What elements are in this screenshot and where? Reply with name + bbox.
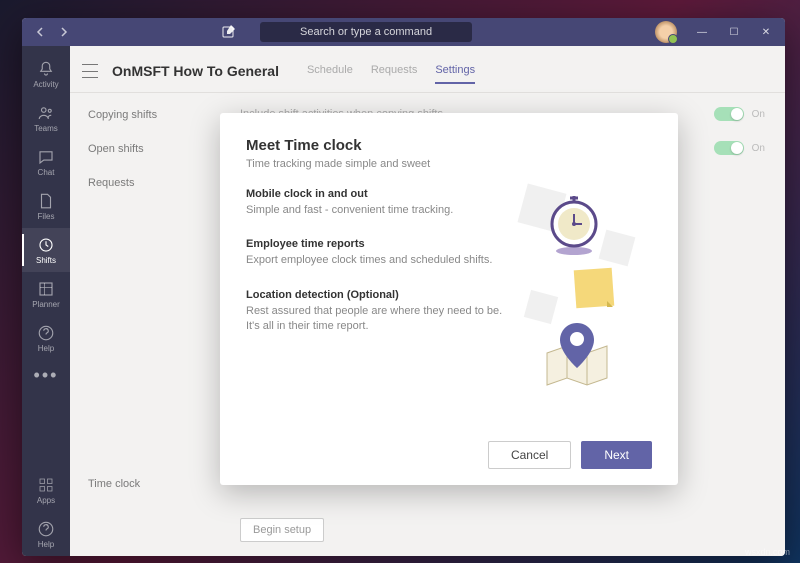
new-chat-button[interactable]	[222, 24, 236, 41]
toggle-copying-shifts[interactable]	[714, 107, 744, 121]
settings-nav: Copying shifts Open shifts Requests Time…	[70, 93, 220, 556]
rail-label: Shifts	[36, 256, 56, 265]
sticky-note-icon	[572, 266, 617, 311]
compose-icon	[222, 24, 236, 38]
section-body: Export employee clock times and schedule…	[246, 253, 504, 268]
rail-shifts[interactable]: Shifts	[22, 228, 70, 272]
rail-help-bottom[interactable]: Help	[22, 512, 70, 556]
chat-icon	[37, 148, 55, 166]
begin-setup-button[interactable]: Begin setup	[240, 518, 324, 542]
rail-label: Apps	[37, 496, 55, 505]
planner-icon	[37, 280, 55, 298]
section-heading: Employee time reports	[246, 238, 504, 250]
rail-help-top[interactable]: Help	[22, 316, 70, 360]
tabs: Schedule Requests Settings	[307, 58, 475, 84]
page-title: OnMSFT How To General	[112, 63, 279, 79]
rail-more[interactable]: •••	[34, 360, 59, 390]
teams-icon	[37, 104, 55, 122]
tab-requests[interactable]: Requests	[371, 58, 417, 84]
apps-icon	[37, 476, 55, 494]
rail-activity[interactable]: Activity	[22, 52, 70, 96]
section-heading: Location detection (Optional)	[246, 289, 504, 301]
rail-apps[interactable]: Apps	[22, 468, 70, 512]
watermark: wsxdn.com	[745, 547, 790, 557]
rail-label: Chat	[38, 168, 55, 177]
user-avatar[interactable]	[655, 21, 677, 43]
titlebar: Search or type a command — ☐ ✕	[22, 18, 785, 46]
search-input[interactable]: Search or type a command	[260, 22, 472, 42]
tab-schedule[interactable]: Schedule	[307, 58, 353, 84]
files-icon	[37, 192, 55, 210]
nav-copying-shifts[interactable]: Copying shifts	[88, 109, 220, 121]
maximize-button[interactable]: ☐	[719, 18, 749, 46]
chevron-right-icon	[60, 27, 68, 37]
toggle-state: On	[752, 109, 765, 120]
toggle-open-shifts[interactable]	[714, 141, 744, 155]
help-icon	[37, 324, 55, 342]
minimize-button[interactable]: —	[687, 18, 717, 46]
nav-back-button[interactable]	[30, 22, 50, 42]
rail-label: Planner	[32, 300, 60, 309]
rail-label: Help	[38, 540, 54, 549]
help-icon	[37, 520, 55, 538]
rail-label: Help	[38, 344, 54, 353]
shifts-icon	[37, 236, 55, 254]
section-body: Simple and fast - convenient time tracki…	[246, 203, 504, 218]
map-pin-icon	[542, 318, 612, 393]
next-button[interactable]: Next	[581, 441, 652, 469]
modal-subtitle: Time tracking made simple and sweet	[246, 158, 652, 170]
rail-label: Activity	[33, 80, 58, 89]
bell-icon	[37, 60, 55, 78]
rail-chat[interactable]: Chat	[22, 140, 70, 184]
nav-requests[interactable]: Requests	[88, 177, 220, 189]
nav-time-clock[interactable]: Time clock	[88, 478, 220, 490]
modal-illustration	[512, 188, 652, 431]
rail-planner[interactable]: Planner	[22, 272, 70, 316]
nav-open-shifts[interactable]: Open shifts	[88, 143, 220, 155]
hamburger-button[interactable]	[82, 64, 98, 78]
section-heading: Mobile clock in and out	[246, 188, 504, 200]
clock-icon	[547, 196, 602, 256]
chevron-left-icon	[36, 27, 44, 37]
cancel-button[interactable]: Cancel	[488, 441, 571, 469]
app-rail: Activity Teams Chat Files Shifts Planner	[22, 46, 70, 556]
section-body: Rest assured that people are where they …	[246, 304, 504, 335]
time-clock-intro-modal: Meet Time clock Time tracking made simpl…	[220, 113, 678, 485]
tab-settings[interactable]: Settings	[435, 58, 475, 84]
modal-actions: Cancel Next	[246, 441, 652, 469]
rail-label: Teams	[34, 124, 58, 133]
close-button[interactable]: ✕	[751, 18, 781, 46]
modal-text-column: Mobile clock in and out Simple and fast …	[246, 188, 504, 431]
rail-files[interactable]: Files	[22, 184, 70, 228]
page-header: OnMSFT How To General Schedule Requests …	[70, 46, 785, 93]
modal-title: Meet Time clock	[246, 137, 652, 154]
nav-forward-button[interactable]	[54, 22, 74, 42]
rail-teams[interactable]: Teams	[22, 96, 70, 140]
toggle-state: On	[752, 143, 765, 154]
rail-label: Files	[38, 212, 55, 221]
